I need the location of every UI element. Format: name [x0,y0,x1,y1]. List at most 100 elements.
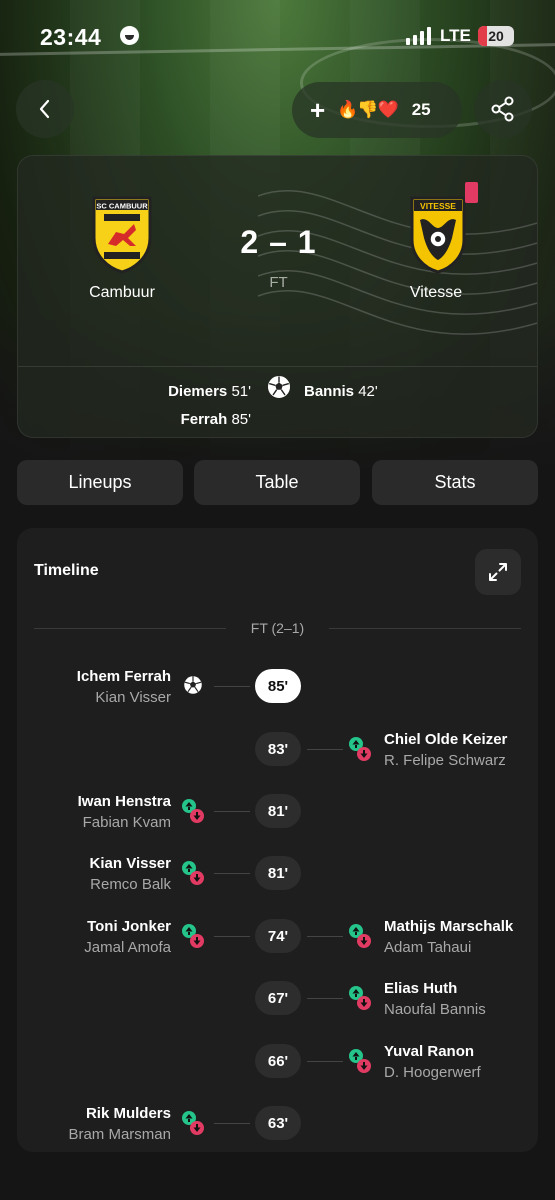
player-out: R. Felipe Schwarz [384,752,506,769]
expand-icon [489,563,507,581]
chevron-left-icon [39,99,50,119]
away-scorers: Bannis 42' [304,378,378,406]
event-minute: 83' [255,732,301,766]
connector-line [214,1123,250,1124]
timeline-title: Timeline [34,562,99,579]
player-out: Bram Marsman [68,1126,171,1143]
network-label: LTE [440,26,471,45]
match-score-card[interactable]: SC CAMBUUR Cambuur 2 – 1 FT VITESSE Vite… [17,155,538,438]
away-event-text: Chiel Olde Keizer R. Felipe Schwarz [384,729,507,771]
away-event-text: Elias Huth Naoufal Bannis [384,978,486,1020]
connector-line [214,686,250,687]
back-button[interactable] [16,80,74,138]
share-icon [491,96,514,122]
player-in: Mathijs Marschalk [384,918,514,935]
event-minute: 85' [255,669,301,703]
expand-button[interactable] [475,549,521,595]
reaction-emojis: 🔥👎❤️ [337,100,399,119]
scorer-name: Bannis [304,383,355,400]
connector-line [307,1061,343,1062]
substitution-icon [182,924,204,948]
substitution-icon [182,799,204,823]
away-event-text: Mathijs Marschalk Adam Tahaui [384,916,513,958]
card-wave-decoration [258,190,537,335]
connector-line [214,873,250,874]
player-in: Kian Visser [89,855,171,872]
substitution-icon [182,861,204,885]
tab-table[interactable]: Table [194,460,360,505]
event-minute: 74' [255,919,301,953]
player-in: Toni Jonker [87,918,171,935]
event-minute: 81' [255,856,301,890]
card-divider [18,366,537,367]
event-minute: 66' [255,1044,301,1078]
tab-stats[interactable]: Stats [372,460,538,505]
timeline-card: Timeline FT (2–1) Ichem Ferrah Kian Viss… [17,528,538,1152]
substitution-icon [349,1049,371,1073]
connector-line [307,998,343,999]
player-in: Elias Huth [384,980,458,997]
player-in: Chiel Olde Keizer [384,731,508,748]
substitution-icon [182,1111,204,1135]
scorer-name: Diemers [168,383,228,400]
player-out: Fabian Kvam [82,814,171,831]
connector-line [214,811,250,812]
timeline-event[interactable]: Ichem Ferrah Kian Visser 85' [17,666,538,710]
event-minute: 81' [255,794,301,828]
player-in: Yuval Ranon [384,1043,475,1060]
scorer-minute: 85' [231,411,251,428]
battery-level: 20 [488,28,504,44]
home-event-text: Rik Mulders Bram Marsman [68,1103,171,1145]
signal-icon [406,27,431,45]
substitution-icon [349,737,371,761]
timeline-event[interactable]: Kian Visser Remco Balk 81' [17,853,538,897]
scorer-away-1: Bannis 42' [304,378,378,406]
home-event-text: Kian Visser Remco Balk [90,853,171,895]
scorer-home-2: Ferrah 85' [168,406,251,434]
vitesse-crest-text: VITESSE [420,201,456,211]
player-out: Adam Tahaui [384,939,472,956]
event-assist: Kian Visser [95,689,171,706]
event-minute: 67' [255,981,301,1015]
player-in: Rik Mulders [85,1105,171,1122]
full-time-label: FT (2–1) [250,620,305,636]
event-player: Ichem Ferrah [76,668,171,685]
home-event-text: Ichem Ferrah Kian Visser [77,666,171,708]
share-button[interactable] [474,80,532,138]
home-event-text: Iwan Henstra Fabian Kvam [78,791,171,833]
timeline-event[interactable]: Rik Mulders Bram Marsman 63' [17,1103,538,1147]
connector-line [214,936,250,937]
player-out: Naoufal Bannis [384,1001,486,1018]
vitesse-crest-icon: VITESSE [410,196,466,274]
connector-line [307,749,343,750]
red-card-icon [465,182,478,203]
scorer-minute: 42' [358,383,378,400]
away-team-name: Vitesse [409,284,463,301]
scorer-home-1: Diemers 51' [168,378,251,406]
status-time: 23:44 [40,24,102,50]
tab-lineups[interactable]: Lineups [17,460,183,505]
timeline-event[interactable]: 67' Elias Huth Naoufal Bannis [17,978,538,1022]
substitution-icon [349,986,371,1010]
player-out: D. Hoogerwerf [384,1064,481,1081]
reactions-button[interactable]: + 🔥👎❤️ 25 [292,82,462,138]
connector-line [307,936,343,937]
player-out: Remco Balk [90,876,171,893]
battery-icon: 20 [478,26,514,46]
home-scorers: Diemers 51' Ferrah 85' [168,378,251,434]
goal-ball-icon [184,676,202,694]
timeline-event[interactable]: Toni Jonker Jamal Amofa 74' Mathijs Mars… [17,916,538,960]
timeline-event[interactable]: Iwan Henstra Fabian Kvam 81' [17,791,538,835]
away-event-text: Yuval Ranon D. Hoogerwerf [384,1041,481,1083]
event-minute: 63' [255,1106,301,1140]
reaction-count: 25 [411,100,431,119]
timeline-event[interactable]: 66' Yuval Ranon D. Hoogerwerf [17,1041,538,1085]
player-in: Iwan Henstra [77,793,171,810]
timeline-event[interactable]: 83' Chiel Olde Keizer R. Felipe Schwarz [17,729,538,773]
home-event-text: Toni Jonker Jamal Amofa [84,916,171,958]
substitution-icon [349,924,371,948]
player-out: Jamal Amofa [84,939,171,956]
add-reaction-icon: + [310,95,326,125]
status-bar: 23:44 LTE 20 [0,0,555,72]
cambuur-crest-text: SC CAMBUUR [96,202,148,211]
